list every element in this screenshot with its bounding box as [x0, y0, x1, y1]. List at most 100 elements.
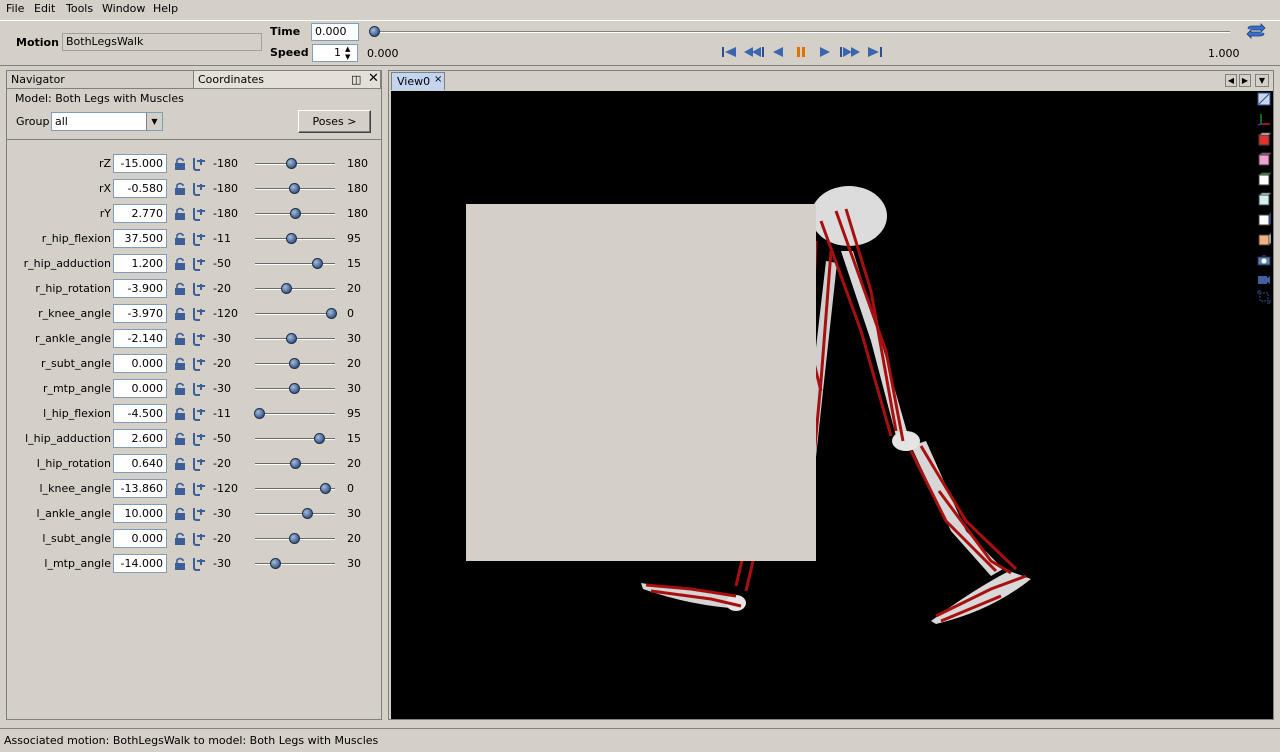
coordinate-value-input[interactable]: 0.000	[113, 379, 167, 398]
group-select[interactable]: all ▼	[51, 112, 163, 131]
coordinate-value-input[interactable]: -15.000	[113, 154, 167, 173]
go-to-end-icon[interactable]	[866, 45, 884, 59]
coordinate-slider-track[interactable]	[255, 413, 335, 415]
clamp-icon[interactable]	[191, 381, 207, 397]
time-slider-track[interactable]	[375, 31, 1230, 33]
clamp-icon[interactable]	[191, 456, 207, 472]
view-front-icon[interactable]	[1257, 132, 1273, 146]
view-bottom-icon[interactable]	[1257, 192, 1273, 206]
coordinate-value-input[interactable]: -13.860	[113, 479, 167, 498]
menu-file[interactable]: File	[6, 2, 24, 15]
clamp-icon[interactable]	[191, 431, 207, 447]
lock-icon[interactable]	[173, 332, 187, 346]
clamp-icon[interactable]	[191, 506, 207, 522]
coordinate-slider-track[interactable]	[255, 313, 335, 315]
lock-icon[interactable]	[173, 232, 187, 246]
lock-icon[interactable]	[173, 507, 187, 521]
coordinate-value-input[interactable]: -3.970	[113, 304, 167, 323]
coordinate-value-input[interactable]: 37.500	[113, 229, 167, 248]
lock-icon[interactable]	[173, 557, 187, 571]
coordinate-slider-thumb[interactable]	[289, 383, 300, 394]
speed-spinner[interactable]: 1	[312, 44, 358, 62]
coordinate-slider-thumb[interactable]	[289, 208, 301, 219]
coordinate-slider-thumb[interactable]	[285, 233, 297, 244]
clamp-icon[interactable]	[191, 306, 207, 322]
coordinate-slider-thumb[interactable]	[290, 458, 302, 469]
time-input[interactable]: 0.000	[311, 23, 359, 41]
coordinate-slider-track[interactable]	[255, 563, 335, 565]
view-top-icon[interactable]	[1257, 172, 1273, 186]
view-left-icon[interactable]	[1257, 211, 1272, 227]
menu-window[interactable]: Window	[102, 2, 145, 15]
coordinate-value-input[interactable]: 1.200	[113, 254, 167, 273]
clamp-icon[interactable]	[191, 156, 207, 172]
coordinate-slider-thumb[interactable]	[319, 483, 331, 494]
play-backward-icon[interactable]	[771, 45, 785, 59]
lock-icon[interactable]	[173, 357, 187, 371]
time-slider-thumb[interactable]	[369, 26, 380, 37]
coordinate-slider-thumb[interactable]	[288, 183, 300, 194]
lock-icon[interactable]	[173, 457, 187, 471]
lock-icon[interactable]	[173, 157, 187, 171]
view-back-icon[interactable]	[1257, 152, 1273, 166]
coordinate-slider-thumb[interactable]	[270, 558, 282, 569]
clamp-icon[interactable]	[191, 256, 207, 272]
clamp-icon[interactable]	[191, 531, 207, 547]
step-back-icon[interactable]	[743, 45, 765, 59]
camera-snapshot-icon[interactable]	[1257, 252, 1271, 266]
coordinate-value-input[interactable]: -4.500	[113, 404, 167, 423]
scroll-tabs-right-icon[interactable]: ▶	[1239, 74, 1251, 87]
toggle-render-mode-icon[interactable]	[1257, 92, 1271, 106]
menu-tools[interactable]: Tools	[66, 2, 93, 15]
menu-edit[interactable]: Edit	[34, 2, 55, 15]
coordinate-value-input[interactable]: 0.000	[113, 529, 167, 548]
poses-button[interactable]: Poses >	[298, 110, 371, 133]
coordinate-slider-track[interactable]	[255, 288, 335, 290]
lock-icon[interactable]	[173, 307, 187, 321]
clamp-icon[interactable]	[191, 281, 207, 297]
lock-icon[interactable]	[173, 432, 187, 446]
lock-icon[interactable]	[173, 207, 187, 221]
scroll-tabs-left-icon[interactable]: ◀	[1225, 74, 1237, 87]
coordinate-value-input[interactable]: 0.000	[113, 354, 167, 373]
lock-icon[interactable]	[173, 382, 187, 396]
play-forward-icon[interactable]	[818, 45, 832, 59]
coordinate-value-input[interactable]: 2.770	[113, 204, 167, 223]
chevron-down-icon[interactable]: ▼	[146, 113, 162, 130]
coordinate-value-input[interactable]: 10.000	[113, 504, 167, 523]
coordinate-slider-thumb[interactable]	[289, 358, 300, 369]
clamp-icon[interactable]	[191, 481, 207, 497]
coordinate-slider-thumb[interactable]	[285, 158, 297, 169]
tab-navigator[interactable]: Navigator	[7, 71, 194, 89]
coordinate-value-input[interactable]: -2.140	[113, 329, 167, 348]
coordinate-slider-thumb[interactable]	[313, 433, 325, 444]
record-movie-icon[interactable]	[1257, 272, 1271, 286]
clamp-icon[interactable]	[191, 556, 207, 572]
close-panel-icon[interactable]: ✕	[368, 71, 379, 86]
coordinate-value-input[interactable]: -0.580	[113, 179, 167, 198]
coordinate-slider-thumb[interactable]	[281, 283, 293, 294]
coordinate-value-input[interactable]: -14.000	[113, 554, 167, 573]
menu-help[interactable]: Help	[153, 2, 178, 15]
loop-icon[interactable]	[1244, 23, 1268, 39]
coordinate-slider-thumb[interactable]	[286, 333, 298, 344]
clamp-icon[interactable]	[191, 331, 207, 347]
clamp-icon[interactable]	[191, 231, 207, 247]
coordinate-slider-thumb[interactable]	[302, 508, 314, 519]
go-to-start-icon[interactable]	[720, 45, 738, 59]
tab-list-dropdown-icon[interactable]: ▼	[1255, 74, 1269, 87]
spinner-arrows-icon[interactable]: ▲ ▼	[345, 45, 350, 61]
clamp-icon[interactable]	[191, 181, 207, 197]
lock-icon[interactable]	[173, 257, 187, 271]
lock-icon[interactable]	[173, 407, 187, 421]
coordinate-value-input[interactable]: 0.640	[113, 454, 167, 473]
view-right-icon[interactable]	[1257, 231, 1272, 247]
fit-to-view-icon[interactable]	[1257, 290, 1271, 304]
lock-icon[interactable]	[173, 532, 187, 546]
close-tab-icon[interactable]: ×	[434, 74, 442, 85]
step-forward-icon[interactable]	[839, 45, 861, 59]
coordinate-slider-track[interactable]	[255, 513, 335, 515]
clamp-icon[interactable]	[191, 406, 207, 422]
minimize-panel-icon[interactable]: ◫	[351, 73, 361, 86]
pause-icon[interactable]	[794, 45, 808, 59]
